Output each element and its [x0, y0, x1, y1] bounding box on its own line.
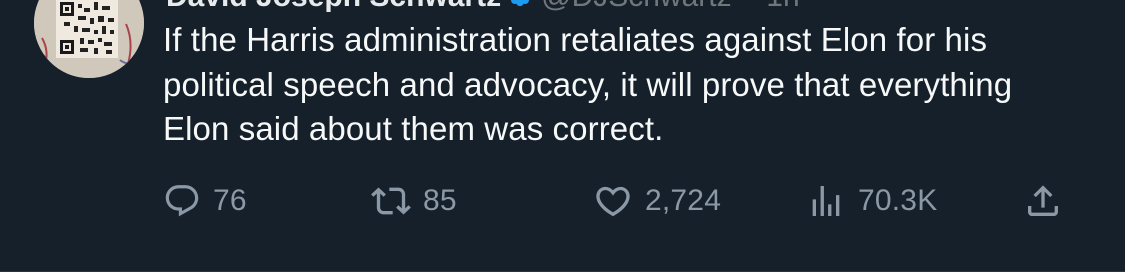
- retweet-icon: [371, 181, 411, 221]
- like-count: 2,724: [645, 184, 722, 217]
- reply-count: 76: [213, 184, 247, 217]
- views-icon: [806, 181, 846, 221]
- share-icon: [1023, 181, 1063, 221]
- avatar[interactable]: [34, 0, 144, 78]
- author-handle[interactable]: @DJSchwartz: [541, 0, 732, 13]
- tweet-actions-bar: 76 85 2,724 70.3K: [163, 178, 1093, 224]
- tweet-card[interactable]: David Joseph Schwartz @DJSchwartz · 1h If…: [0, 0, 1125, 272]
- retweet-count: 85: [423, 184, 457, 217]
- retweet-button[interactable]: 85: [371, 178, 457, 224]
- views-count: 70.3K: [858, 184, 938, 217]
- like-button[interactable]: 2,724: [593, 178, 721, 224]
- tweet-header: David Joseph Schwartz @DJSchwartz · 1h: [166, 0, 800, 12]
- heart-icon: [593, 181, 633, 221]
- reply-button[interactable]: 76: [163, 178, 247, 224]
- reply-icon: [163, 182, 201, 220]
- views-button[interactable]: 70.3K: [806, 178, 937, 224]
- verified-badge-icon: [507, 0, 533, 8]
- qr-code-avatar-image: [34, 0, 144, 78]
- tweet-timestamp[interactable]: · 1h: [748, 0, 800, 13]
- tweet-text: If the Harris administration retaliates …: [163, 21, 1013, 147]
- share-button[interactable]: [1023, 178, 1063, 224]
- author-name[interactable]: David Joseph Schwartz: [166, 0, 501, 13]
